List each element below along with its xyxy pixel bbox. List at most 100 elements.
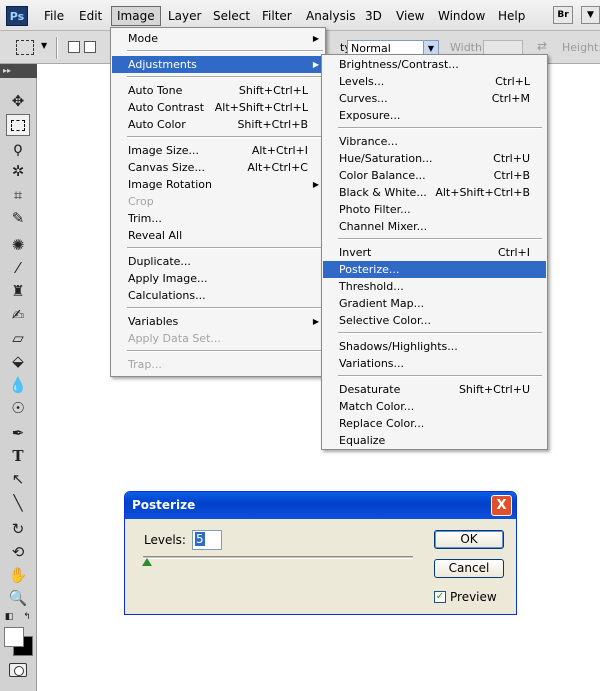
new-selection-icon[interactable] — [68, 41, 80, 53]
menu-item-auto-color[interactable]: Auto Color Shift+Ctrl+B — [112, 116, 324, 133]
menu-item-match-color[interactable]: Match Color... — [323, 398, 546, 415]
menu-item-photo-filter[interactable]: Photo Filter... — [323, 201, 546, 218]
menu-item-brightness-contrast[interactable]: Brightness/Contrast... — [323, 56, 546, 73]
brush-tool-icon[interactable]: ⁄ — [6, 257, 30, 279]
cancel-button[interactable]: Cancel — [434, 559, 504, 578]
menu-item-image-rotation[interactable]: Image Rotation ▶ — [112, 176, 324, 193]
swap-icon[interactable]: ⇄ — [537, 39, 547, 53]
blur-tool-icon[interactable]: 💧 — [6, 374, 30, 396]
menu-select[interactable]: Select — [208, 6, 255, 26]
menu-item-exposure[interactable]: Exposure... — [323, 107, 546, 124]
menu-item-hue-saturation[interactable]: Hue/Saturation... Ctrl+U — [323, 150, 546, 167]
menu-item-duplicate[interactable]: Duplicate... — [112, 253, 324, 270]
menu-item-desaturate[interactable]: Desaturate Shift+Ctrl+U — [323, 381, 546, 398]
dialog-body: Levels: 5 OK Cancel ✓ Preview — [128, 519, 513, 612]
divider — [338, 238, 542, 240]
menu-file[interactable]: File — [39, 6, 69, 26]
line-tool-icon[interactable]: ╲ — [6, 492, 30, 514]
menu-item-calculations[interactable]: Calculations... — [112, 287, 324, 304]
pen-tool-icon[interactable]: ✒ — [6, 422, 30, 444]
menu-item-trim[interactable]: Trim... — [112, 210, 324, 227]
eraser-tool-icon[interactable]: ▱ — [6, 327, 30, 349]
menu-item-threshold[interactable]: Threshold... — [323, 278, 546, 295]
menu-item-adjustments[interactable]: Adjustments ▶ — [112, 56, 324, 73]
chevron-down-icon[interactable]: ▼ — [41, 41, 47, 50]
posterize-dialog: Posterize X Levels: 5 OK Cancel ✓ Previe… — [124, 491, 517, 615]
menu-view[interactable]: View — [391, 6, 429, 26]
menu-item-replace-color[interactable]: Replace Color... — [323, 415, 546, 432]
menu-item-image-size[interactable]: Image Size... Alt+Ctrl+I — [112, 142, 324, 159]
eyedropper-tool-icon[interactable]: ✎ — [6, 207, 30, 229]
history-brush-tool-icon[interactable]: ✍ — [6, 304, 30, 326]
menu-item-shadows-highlights[interactable]: Shadows/Highlights... — [323, 338, 546, 355]
close-button[interactable]: X — [491, 495, 512, 516]
menu-3d[interactable]: 3D — [360, 6, 387, 26]
foreground-color-swatch[interactable] — [4, 627, 24, 647]
dodge-tool-icon[interactable]: ☉ — [6, 397, 30, 419]
menu-window[interactable]: Window — [433, 6, 490, 26]
menu-item-black-white[interactable]: Black & White... Alt+Shift+Ctrl+B — [323, 184, 546, 201]
path-selection-tool-icon[interactable]: ↖ — [6, 468, 30, 490]
menu-item-vibrance[interactable]: Vibrance... — [323, 133, 546, 150]
divider — [127, 350, 323, 352]
menu-item-variables[interactable]: Variables ▶ — [112, 313, 324, 330]
lasso-tool-icon[interactable]: ϙ — [6, 137, 30, 159]
hand-tool-icon[interactable]: ✋ — [6, 564, 30, 586]
menu-image[interactable]: Image — [111, 6, 161, 26]
divider — [338, 127, 542, 129]
menu-item-auto-contrast[interactable]: Auto Contrast Alt+Shift+Ctrl+L — [112, 99, 324, 116]
dialog-title-bar[interactable]: Posterize X — [125, 492, 516, 519]
default-colors-icon[interactable]: ◧ — [2, 610, 16, 624]
preview-checkbox[interactable]: ✓ — [434, 591, 446, 603]
workspace-dropdown-icon[interactable]: ▼ — [581, 6, 600, 24]
preview-label: Preview — [450, 590, 497, 604]
rectangular-marquee-preset-icon[interactable] — [16, 40, 34, 55]
menu-edit[interactable]: Edit — [74, 6, 107, 26]
crop-tool-icon[interactable]: ⌗ — [6, 184, 30, 206]
magic-wand-tool-icon[interactable]: ✲ — [6, 160, 30, 182]
menu-item-color-balance[interactable]: Color Balance... Ctrl+B — [323, 167, 546, 184]
menu-item-invert[interactable]: Invert Ctrl+I — [323, 244, 546, 261]
menu-layer[interactable]: Layer — [163, 6, 206, 26]
menu-item-levels[interactable]: Levels... Ctrl+L — [323, 73, 546, 90]
move-tool-icon[interactable]: ✥ — [6, 90, 30, 112]
menu-item-auto-tone[interactable]: Auto Tone Shift+Ctrl+L — [112, 82, 324, 99]
menu-item-mode[interactable]: Mode ▶ — [112, 30, 324, 47]
levels-input[interactable]: 5 — [192, 530, 222, 550]
paint-bucket-tool-icon[interactable]: ⬙ — [6, 350, 30, 372]
clone-stamp-tool-icon[interactable]: ♜ — [6, 280, 30, 302]
menu-item-apply-image[interactable]: Apply Image... — [112, 270, 324, 287]
zoom-tool-icon[interactable]: 🔍 — [6, 587, 30, 609]
image-menu-dropdown: Mode ▶ Adjustments ▶ Auto Tone Shift+Ctrl+L… — [110, 27, 326, 377]
menu-item-posterize[interactable]: Posterize... — [323, 261, 546, 278]
menu-item-curves[interactable]: Curves... Ctrl+M — [323, 90, 546, 107]
menu-item-equalize[interactable]: Equalize — [323, 432, 546, 449]
swap-colors-icon[interactable]: ↰ — [20, 610, 34, 624]
ok-button[interactable]: OK — [434, 530, 504, 549]
healing-brush-tool-icon[interactable]: ✺ — [6, 234, 30, 256]
menu-analysis[interactable]: Analysis — [301, 6, 360, 26]
menu-item-selective-color[interactable]: Selective Color... — [323, 312, 546, 329]
3d-orbit-tool-icon[interactable]: ⟲ — [6, 541, 30, 563]
type-tool-icon[interactable]: T — [6, 445, 30, 467]
divider — [127, 50, 323, 52]
levels-value: 5 — [195, 532, 205, 546]
bridge-button[interactable]: Br — [553, 6, 573, 24]
levels-slider-track[interactable] — [143, 556, 413, 559]
menu-item-reveal-all[interactable]: Reveal All — [112, 227, 324, 244]
3d-rotate-tool-icon[interactable]: ↻ — [6, 518, 30, 540]
menu-help[interactable]: Help — [493, 6, 530, 26]
menu-item-canvas-size[interactable]: Canvas Size... Alt+Ctrl+C — [112, 159, 324, 176]
menu-item-gradient-map[interactable]: Gradient Map... — [323, 295, 546, 312]
levels-slider-thumb[interactable] — [142, 558, 152, 566]
quick-mask-icon[interactable] — [9, 663, 27, 677]
add-selection-icon[interactable] — [84, 41, 96, 53]
toolbox-header[interactable]: ▸▸ — [0, 64, 37, 78]
dialog-title: Posterize — [132, 498, 196, 512]
divider — [338, 332, 542, 334]
menu-item-channel-mixer[interactable]: Channel Mixer... — [323, 218, 546, 235]
menu-filter[interactable]: Filter — [257, 6, 297, 26]
width-label: Width: — [450, 41, 486, 54]
marquee-tool-icon[interactable] — [6, 114, 30, 136]
menu-item-variations[interactable]: Variations... — [323, 355, 546, 372]
